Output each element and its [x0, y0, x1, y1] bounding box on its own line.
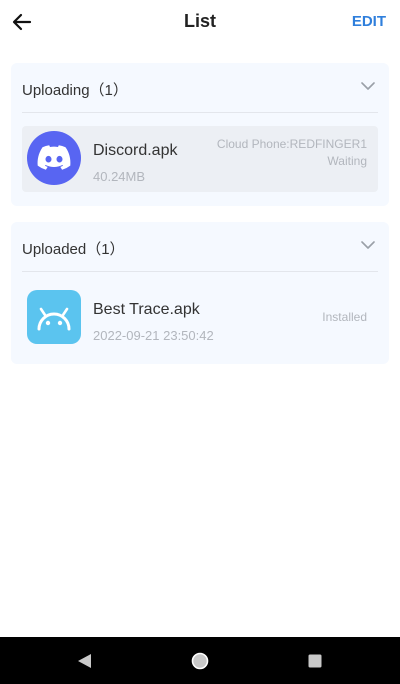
square-recents-icon — [308, 654, 322, 668]
triangle-back-icon — [78, 654, 91, 668]
circle-home-icon — [191, 652, 209, 670]
uploaded-section-title: Uploaded（1） — [22, 241, 125, 258]
nav-recents-button[interactable] — [303, 649, 327, 673]
status-label: Waiting — [327, 154, 367, 168]
chevron-down-icon — [361, 241, 375, 249]
upload-list-page: List EDIT Uploading（1） Discord.apk 40.24… — [0, 0, 400, 684]
list-item[interactable]: Discord.apk 40.24MB Cloud Phone:REDFINGE… — [22, 126, 378, 192]
uploaded-section-header[interactable]: Uploaded（1） — [11, 222, 389, 272]
nav-home-button[interactable] — [188, 649, 212, 673]
android-app-icon — [27, 290, 81, 344]
discord-app-icon — [27, 131, 81, 185]
section-divider — [22, 112, 378, 113]
file-size: 40.24MB — [93, 169, 146, 184]
target-device: Cloud Phone:REDFINGER1 — [216, 137, 367, 151]
list-item[interactable]: Best Trace.apk 2022-09-21 23:50:42 Insta… — [22, 285, 378, 351]
page-title: List — [183, 11, 216, 31]
chevron-down-icon — [361, 82, 375, 90]
system-nav-bar — [0, 637, 400, 684]
uploaded-section: Uploaded（1） Best Trace.apk 2022-09-21 23… — [11, 222, 389, 364]
section-divider — [22, 271, 378, 272]
uploading-section-header[interactable]: Uploading（1） — [11, 63, 389, 113]
upload-date: 2022-09-21 23:50:42 — [93, 328, 214, 343]
nav-back-button[interactable] — [72, 649, 96, 673]
edit-button[interactable]: EDIT — [352, 13, 386, 30]
uploading-section: Uploading（1） Discord.apk 40.24MB Cloud P… — [11, 63, 389, 206]
status-label: Installed — [322, 310, 367, 324]
app-name: Discord.apk — [93, 142, 178, 159]
top-bar: List EDIT — [0, 0, 400, 44]
uploading-section-title: Uploading（1） — [22, 82, 128, 99]
app-name: Best Trace.apk — [93, 301, 200, 318]
